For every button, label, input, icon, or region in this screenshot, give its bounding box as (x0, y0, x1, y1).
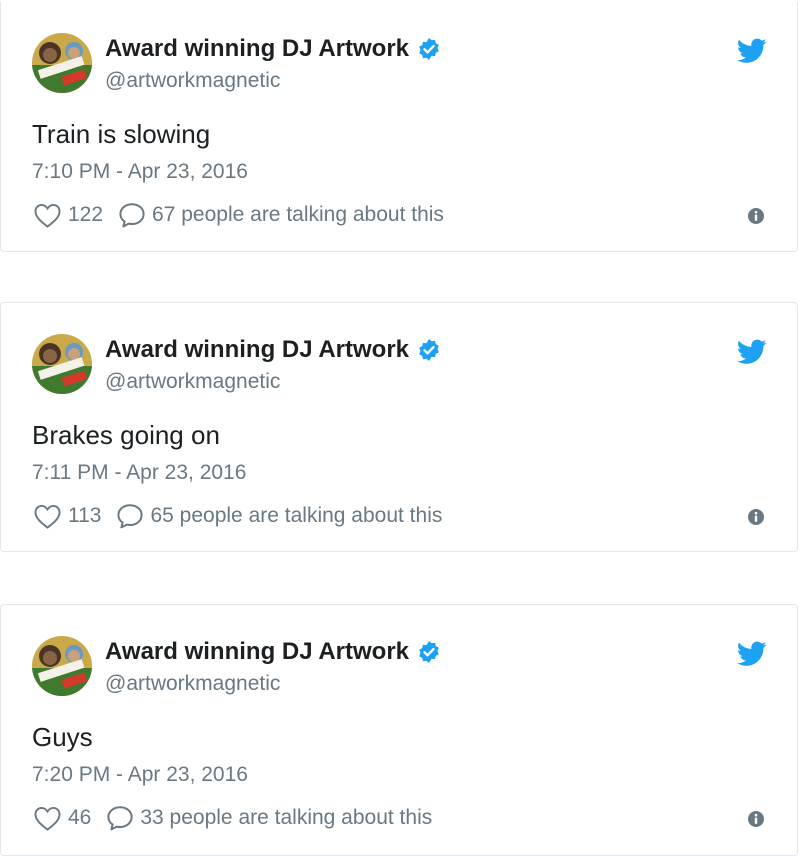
user-handle[interactable]: @artworkmagnetic (105, 370, 280, 394)
heart-icon[interactable] (34, 806, 61, 831)
tweet-text: Guys (32, 722, 93, 752)
talking-count[interactable]: 67 people are talking about this (152, 203, 444, 227)
verified-badge-icon (419, 641, 439, 663)
tweet-text: Brakes going on (32, 420, 220, 450)
tweet-text: Train is slowing (32, 119, 211, 149)
talking-count[interactable]: 33 people are talking about this (140, 806, 432, 830)
tweet-timestamp[interactable]: 7:11 PM - Apr 23, 2016 (32, 461, 246, 485)
verified-badge-icon (419, 339, 439, 361)
twitter-bird-icon[interactable] (737, 339, 767, 365)
reply-bubble-icon[interactable] (106, 805, 134, 831)
user-handle[interactable]: @artworkmagnetic (105, 69, 280, 93)
heart-icon[interactable] (34, 504, 61, 529)
user-handle[interactable]: @artworkmagnetic (105, 672, 280, 696)
tweet-card: Award winning DJ Artwork @artworkmagneti… (0, 302, 798, 552)
like-count[interactable]: 113 (68, 504, 101, 528)
tweet-timestamp[interactable]: 7:10 PM - Apr 23, 2016 (32, 160, 248, 184)
info-icon[interactable] (747, 810, 765, 828)
avatar[interactable] (32, 33, 92, 93)
display-name[interactable]: Award winning DJ Artwork (105, 336, 409, 364)
reply-bubble-icon[interactable] (118, 202, 146, 228)
display-name[interactable]: Award winning DJ Artwork (105, 638, 409, 666)
talking-count[interactable]: 65 people are talking about this (150, 504, 442, 528)
tweet-card: Award winning DJ Artwork @artworkmagneti… (0, 2, 798, 252)
like-count[interactable]: 122 (68, 203, 103, 227)
verified-badge-icon (419, 38, 439, 60)
avatar[interactable] (32, 334, 92, 394)
avatar[interactable] (32, 636, 92, 696)
like-count[interactable]: 46 (68, 806, 91, 830)
info-icon[interactable] (747, 508, 765, 526)
tweet-card: Award winning DJ Artwork @artworkmagneti… (0, 604, 798, 856)
twitter-bird-icon[interactable] (737, 641, 767, 667)
tweet-timestamp[interactable]: 7:20 PM - Apr 23, 2016 (32, 763, 248, 787)
info-icon[interactable] (747, 207, 765, 225)
reply-bubble-icon[interactable] (116, 503, 144, 529)
heart-icon[interactable] (34, 203, 61, 228)
twitter-bird-icon[interactable] (737, 38, 767, 64)
display-name[interactable]: Award winning DJ Artwork (105, 35, 409, 63)
